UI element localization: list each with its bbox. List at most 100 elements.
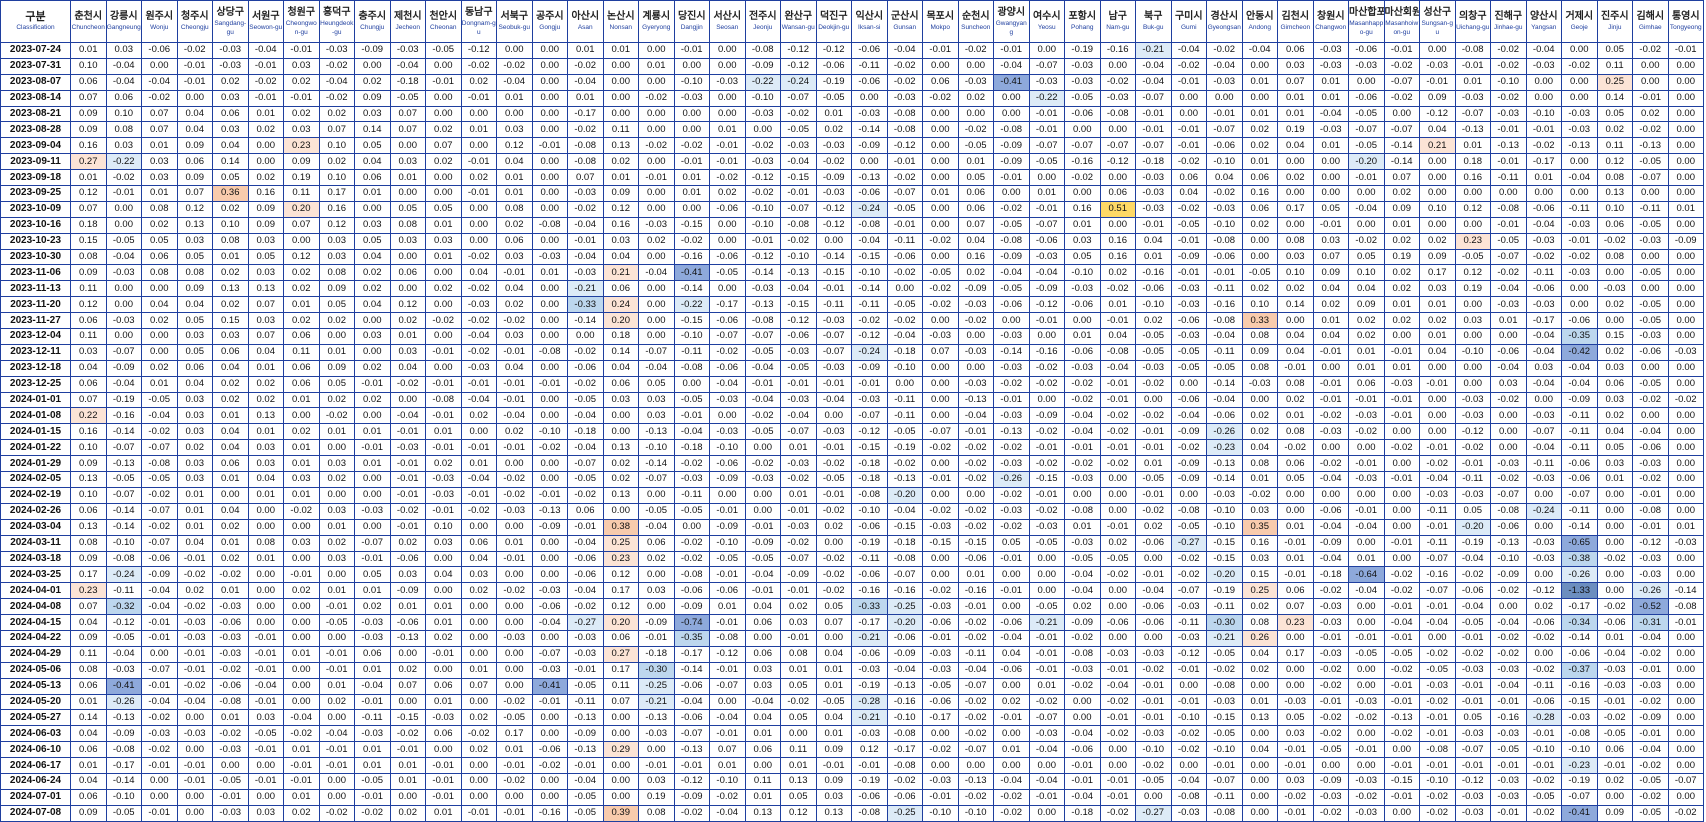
table-cell: 0.00	[638, 598, 675, 616]
table-cell: 0.00	[1667, 137, 1704, 155]
table-cell: 0.05	[780, 788, 817, 806]
column-header: 경산시 Gyeongsan	[1206, 0, 1243, 43]
table-cell: 0.02	[212, 296, 249, 314]
table-cell: -0.16	[1561, 677, 1598, 695]
table-cell: 0.00	[709, 280, 746, 298]
table-cell: -0.01	[1206, 105, 1243, 123]
table-cell: 0.02	[212, 550, 249, 568]
table-cell: -0.05	[105, 629, 142, 647]
table-cell: -0.02	[1170, 439, 1207, 457]
column-header-ko: 춘천시	[74, 11, 103, 22]
table-cell: 0.05	[354, 232, 391, 250]
table-cell: -0.01	[1561, 232, 1598, 250]
table-row: 2023-08-14 0.07 0.06 -0.02 0.00 0.03 -0.01 -0.0…	[0, 89, 1704, 107]
column-header-en: Pohang	[1071, 24, 1094, 31]
table-cell: 0.13	[744, 804, 781, 822]
table-cell: -0.02	[1312, 661, 1349, 679]
table-cell: -0.03	[1135, 725, 1172, 743]
table-cell: 0.02	[1348, 328, 1385, 345]
table-cell: 0.01	[1490, 312, 1527, 330]
table-cell: -0.03	[567, 264, 604, 282]
table-cell: -0.08	[105, 550, 142, 568]
table-cell: -0.04	[1206, 328, 1243, 345]
table-cell: 0.00	[531, 57, 568, 75]
table-cell: 0.16	[318, 200, 355, 218]
table-cell: 0.02	[212, 518, 249, 536]
table-cell: 0.12	[389, 296, 426, 314]
table-cell: 0.04	[1277, 343, 1314, 361]
table-cell: -0.01	[1490, 757, 1527, 774]
table-cell: -0.05	[105, 804, 142, 822]
column-header-en: Changwon	[1315, 24, 1347, 31]
table-cell: 0.10	[70, 57, 107, 75]
table-cell: 0.00	[673, 105, 710, 123]
table-cell: 0.07	[389, 121, 426, 139]
table-cell: 0.00	[247, 566, 284, 584]
table-cell: 0.00	[744, 439, 781, 457]
table-cell: 0.00	[922, 757, 959, 774]
table-cell: 0.01	[1241, 693, 1278, 711]
table-cell: 0.08	[70, 534, 107, 552]
table-cell: 0.00	[1525, 73, 1562, 91]
table-cell: 0.00	[1667, 73, 1704, 91]
table-cell: -0.05	[1135, 471, 1172, 488]
table-cell: -0.06	[1490, 343, 1527, 361]
table-cell: 0.00	[1206, 89, 1243, 107]
table-cell: 0.00	[283, 550, 320, 568]
row-date: 2023-11-20	[0, 296, 71, 314]
table-cell: 0.02	[709, 185, 746, 202]
table-cell: -0.14	[1561, 518, 1598, 536]
table-cell: -0.06	[389, 550, 426, 568]
table-cell: -0.07	[1383, 121, 1420, 139]
table-cell: -0.41	[105, 677, 142, 695]
column-header-en: Sungsan-gu	[1421, 19, 1453, 36]
table-cell: -0.04	[318, 725, 355, 743]
table-cell: 0.00	[922, 407, 959, 425]
table-cell: -0.07	[780, 423, 817, 441]
table-cell: -0.03	[354, 614, 391, 631]
table-cell: 0.00	[354, 312, 391, 330]
table-cell: -0.11	[1525, 264, 1562, 282]
column-header: 구미시 Gumi	[1170, 0, 1207, 43]
table-cell: 0.05	[354, 566, 391, 584]
table-cell: 0.00	[1383, 455, 1420, 473]
table-cell: 0.08	[141, 200, 178, 218]
table-cell: 0.05	[247, 248, 284, 266]
table-cell: 0.09	[70, 121, 107, 139]
table-cell: -0.03	[815, 137, 852, 155]
table-cell: -0.18	[638, 645, 675, 663]
table-cell: 0.00	[1667, 661, 1704, 679]
table-cell: 0.06	[460, 534, 497, 552]
column-header-en: Gimcheon	[1280, 24, 1311, 31]
table-cell: -0.17	[709, 296, 746, 314]
table-cell: -0.04	[1312, 550, 1349, 568]
row-date: 2024-04-15	[0, 614, 71, 631]
table-cell: 0.04	[70, 614, 107, 631]
table-cell: -0.03	[1064, 280, 1101, 298]
table-cell: 0.14	[70, 709, 107, 727]
table-cell: 0.05	[389, 200, 426, 218]
table-cell: -0.01	[354, 693, 391, 711]
table-cell: -0.01	[1383, 788, 1420, 806]
table-cell: 0.00	[496, 42, 533, 59]
column-header-en: Cheonan	[430, 24, 457, 31]
table-cell: -0.03	[531, 248, 568, 266]
table-cell: 0.06	[70, 741, 107, 759]
column-header: 통영시 Tongyeong	[1667, 0, 1704, 43]
table-cell: 0.03	[247, 709, 284, 727]
table-cell: -0.03	[1525, 57, 1562, 75]
table-cell: -0.03	[993, 455, 1030, 473]
table-cell: 0.02	[425, 121, 462, 139]
table-cell: 0.04	[1277, 328, 1314, 345]
table-row: 2023-09-18 0.01 -0.02 0.03 0.09 0.05 0.02 0.19 0…	[0, 169, 1704, 187]
table-cell: 0.16	[1241, 185, 1278, 202]
table-cell: -0.06	[1135, 534, 1172, 552]
table-cell: 0.05	[354, 137, 391, 155]
table-cell: 0.00	[1064, 121, 1101, 139]
table-cell: -0.10	[1454, 343, 1491, 361]
table-cell: 0.00	[1419, 185, 1456, 202]
table-cell: -0.42	[1561, 343, 1598, 361]
table-cell: 0.01	[1099, 296, 1136, 314]
table-cell: 0.02	[1596, 296, 1633, 314]
table-cell: -0.13	[105, 709, 142, 727]
